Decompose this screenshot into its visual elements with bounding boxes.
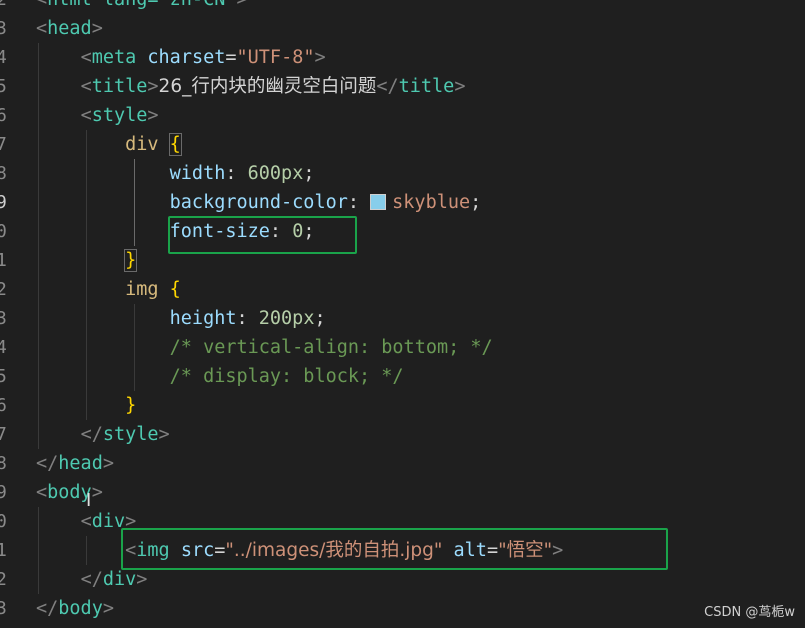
css-comment: /* display: block; */	[169, 366, 404, 387]
line-number-gutter: 2 3 4 5 6 7 8 9 0 1 2 3 4 5 6 7 8 9 0 1 …	[0, 0, 14, 628]
line-number: 7	[0, 134, 7, 155]
code-line[interactable]: }	[36, 391, 136, 420]
code-line[interactable]: </body>	[36, 594, 114, 623]
line-number: 4	[0, 47, 7, 68]
line-number: 6	[0, 105, 7, 126]
line-number: 8	[0, 163, 7, 184]
head-tag: head	[47, 18, 92, 39]
line-number: 1	[0, 540, 7, 561]
title-tag: title	[91, 76, 148, 97]
code-line[interactable]: <meta charset="UTF-8">	[36, 43, 326, 72]
meta-tag: meta	[91, 47, 137, 68]
code-editor[interactable]: 2 3 4 5 6 7 8 9 0 1 2 3 4 5 6 7 8 9 0 1 …	[0, 0, 805, 628]
charset-attr: charset	[147, 47, 226, 68]
line-number: 7	[0, 424, 7, 445]
line-number: 6	[0, 395, 7, 416]
line-number: 1	[0, 250, 7, 271]
line-number: 0	[0, 221, 7, 242]
code-line[interactable]: }	[36, 246, 138, 275]
code-line[interactable]: img {	[36, 275, 181, 304]
code-line[interactable]: <body>	[36, 478, 103, 507]
title-close-tag: title	[398, 76, 455, 97]
line-number: 9	[0, 192, 7, 213]
code-line[interactable]: /* vertical-align: bottom; */	[36, 333, 493, 362]
highlight-box-img	[121, 528, 668, 570]
open-brace: {	[168, 133, 182, 156]
line-number: 2	[0, 569, 7, 590]
css-selector-img: img	[125, 279, 159, 300]
css-value: 200px	[258, 308, 315, 329]
title-text: 26_行内块的幽灵空白问题	[158, 76, 377, 97]
line-number: 0	[0, 511, 7, 532]
line-number: 3	[0, 18, 7, 39]
code-line[interactable]: <head>	[36, 14, 103, 43]
line-number: 3	[0, 598, 7, 619]
code-line[interactable]: </style>	[36, 420, 170, 449]
line-number: 2	[0, 0, 14, 14]
code-line[interactable]: height: 200px;	[36, 304, 326, 333]
highlight-box-font-size	[168, 216, 357, 254]
code-line[interactable]: div {	[36, 130, 182, 159]
charset-value: "UTF-8"	[236, 47, 315, 68]
line-number: 2	[0, 279, 7, 300]
text-cursor-icon: I	[86, 490, 92, 511]
line-number: 8	[0, 453, 7, 474]
div-close-tag: div	[102, 569, 137, 590]
css-value: 600px	[247, 163, 304, 184]
code-line[interactable]: <html lang="zh-CN">	[36, 0, 248, 14]
code-line[interactable]: /* display: block; */	[36, 362, 404, 391]
open-brace: {	[169, 279, 181, 300]
line-number: 9	[0, 482, 7, 503]
color-swatch-icon[interactable]	[370, 194, 387, 210]
close-brace: }	[125, 395, 137, 416]
css-comment: /* vertical-align: bottom; */	[169, 337, 493, 358]
line-number: 5	[0, 76, 7, 97]
code-line[interactable]: </head>	[36, 449, 114, 478]
css-selector-div: div	[125, 134, 159, 155]
body-close-tag: body	[58, 598, 103, 619]
html-tag: html lang="zh-CN"	[47, 0, 236, 10]
style-tag: style	[91, 105, 148, 126]
css-property: width	[169, 163, 226, 184]
line-number: 3	[0, 308, 7, 329]
head-close-tag: head	[58, 453, 103, 474]
css-value: skyblue	[392, 192, 471, 213]
css-property: height	[169, 308, 237, 329]
code-line[interactable]: <style>	[36, 101, 159, 130]
code-line[interactable]: <title>26_行内块的幽灵空白问题</title>	[36, 72, 466, 101]
line-number: 4	[0, 337, 7, 358]
line-number: 5	[0, 366, 7, 387]
style-close-tag: style	[102, 424, 159, 445]
code-line[interactable]: width: 600px;	[36, 159, 315, 188]
watermark: CSDN @茑栀w	[704, 605, 795, 620]
code-line[interactable]: background-color: skyblue;	[36, 188, 482, 217]
close-brace: }	[124, 249, 138, 272]
css-property: background-color	[169, 192, 348, 213]
